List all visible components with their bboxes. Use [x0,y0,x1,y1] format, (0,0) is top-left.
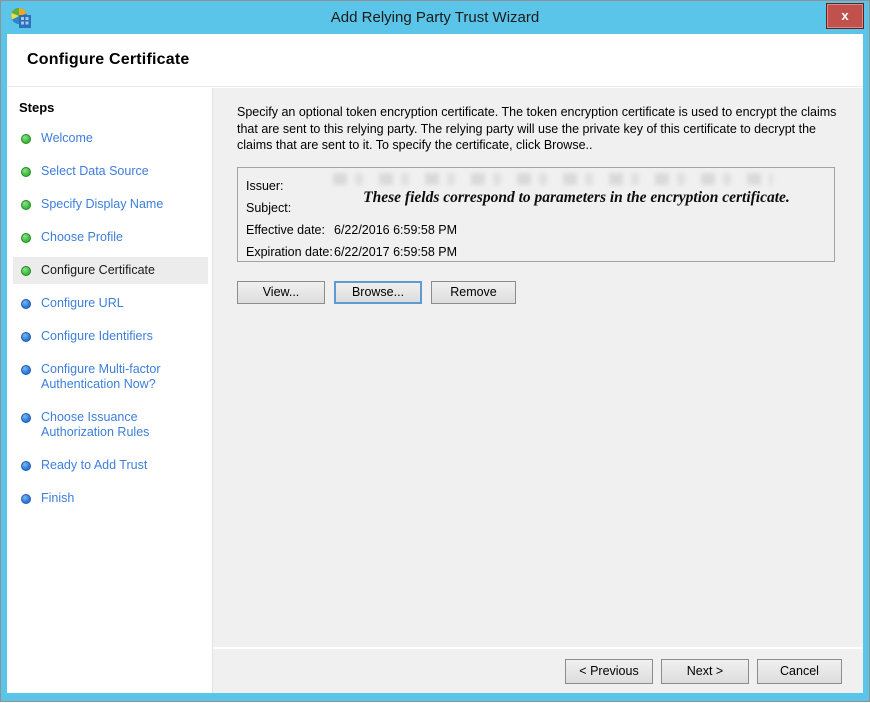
step-status-icon [21,134,31,144]
certificate-info-box: Issuer: Subject: Effective date: 6/22/20… [237,167,835,262]
effective-date-label: Effective date: [246,223,334,237]
step-status-icon [21,365,31,375]
expiration-date-value: 6/22/2017 6:59:58 PM [334,245,457,259]
step-label: Configure Multi-factor Authentication No… [41,362,204,392]
steps-sidebar: Steps Welcome Select Data Source Specify… [7,88,213,693]
steps-list: Welcome Select Data Source Specify Displ… [13,125,208,512]
step-label: Choose Profile [41,230,123,245]
step-choose-profile: Choose Profile [13,224,208,251]
page-title: Configure Certificate [27,51,189,69]
step-status-icon [21,167,31,177]
expiration-date-label: Expiration date: [246,245,334,259]
step-status-icon [21,332,31,342]
step-status-icon [21,413,31,423]
step-finish: Finish [13,485,208,512]
step-label: Select Data Source [41,164,149,179]
wizard-window: Add Relying Party Trust Wizard x Configu… [1,1,869,701]
step-status-icon [21,200,31,210]
cancel-button[interactable]: Cancel [757,659,842,684]
adfs-app-icon [10,7,32,29]
window-title: Add Relying Party Trust Wizard [1,9,869,26]
step-configure-mfa: Configure Multi-factor Authentication No… [13,356,208,398]
step-label: Ready to Add Trust [41,458,147,473]
step-label: Configure Identifiers [41,329,153,344]
wizard-dialog: Configure Certificate Steps Welcome Sele… [7,34,863,693]
annotation-note: These fields correspond to parameters in… [324,189,829,207]
main-panel: Specify an optional token encryption cer… [213,88,863,693]
issuer-label: Issuer: [246,179,334,193]
description-text: Specify an optional token encryption cer… [237,104,843,154]
previous-button[interactable]: < Previous [565,659,653,684]
view-button[interactable]: View... [237,281,325,304]
step-ready-to-add-trust: Ready to Add Trust [13,452,208,479]
remove-button[interactable]: Remove [431,281,516,304]
next-button[interactable]: Next > [661,659,749,684]
page-header: Configure Certificate [7,34,863,87]
step-status-icon [21,233,31,243]
step-label: Configure Certificate [41,263,155,278]
step-configure-identifiers: Configure Identifiers [13,323,208,350]
step-label: Configure URL [41,296,124,311]
steps-heading: Steps [19,100,208,115]
step-choose-issuance-rules: Choose Issuance Authorization Rules [13,404,208,446]
close-button[interactable]: x [826,3,864,29]
step-status-icon [21,266,31,276]
footer-bar: < Previous Next > Cancel [213,647,863,693]
step-status-icon [21,494,31,504]
step-configure-url: Configure URL [13,290,208,317]
step-configure-certificate: Configure Certificate [13,257,208,284]
effective-date-value: 6/22/2016 6:59:58 PM [334,223,457,237]
step-status-icon [21,461,31,471]
step-status-icon [21,299,31,309]
step-label: Finish [41,491,74,506]
step-specify-display-name: Specify Display Name [13,191,208,218]
browse-button[interactable]: Browse... [334,281,422,304]
step-label: Specify Display Name [41,197,163,212]
step-welcome: Welcome [13,125,208,152]
step-label: Choose Issuance Authorization Rules [41,410,204,440]
subject-label: Subject: [246,201,334,215]
step-label: Welcome [41,131,93,146]
redacted-text-smudge [333,173,773,185]
titlebar: Add Relying Party Trust Wizard x [1,1,869,34]
step-select-data-source: Select Data Source [13,158,208,185]
